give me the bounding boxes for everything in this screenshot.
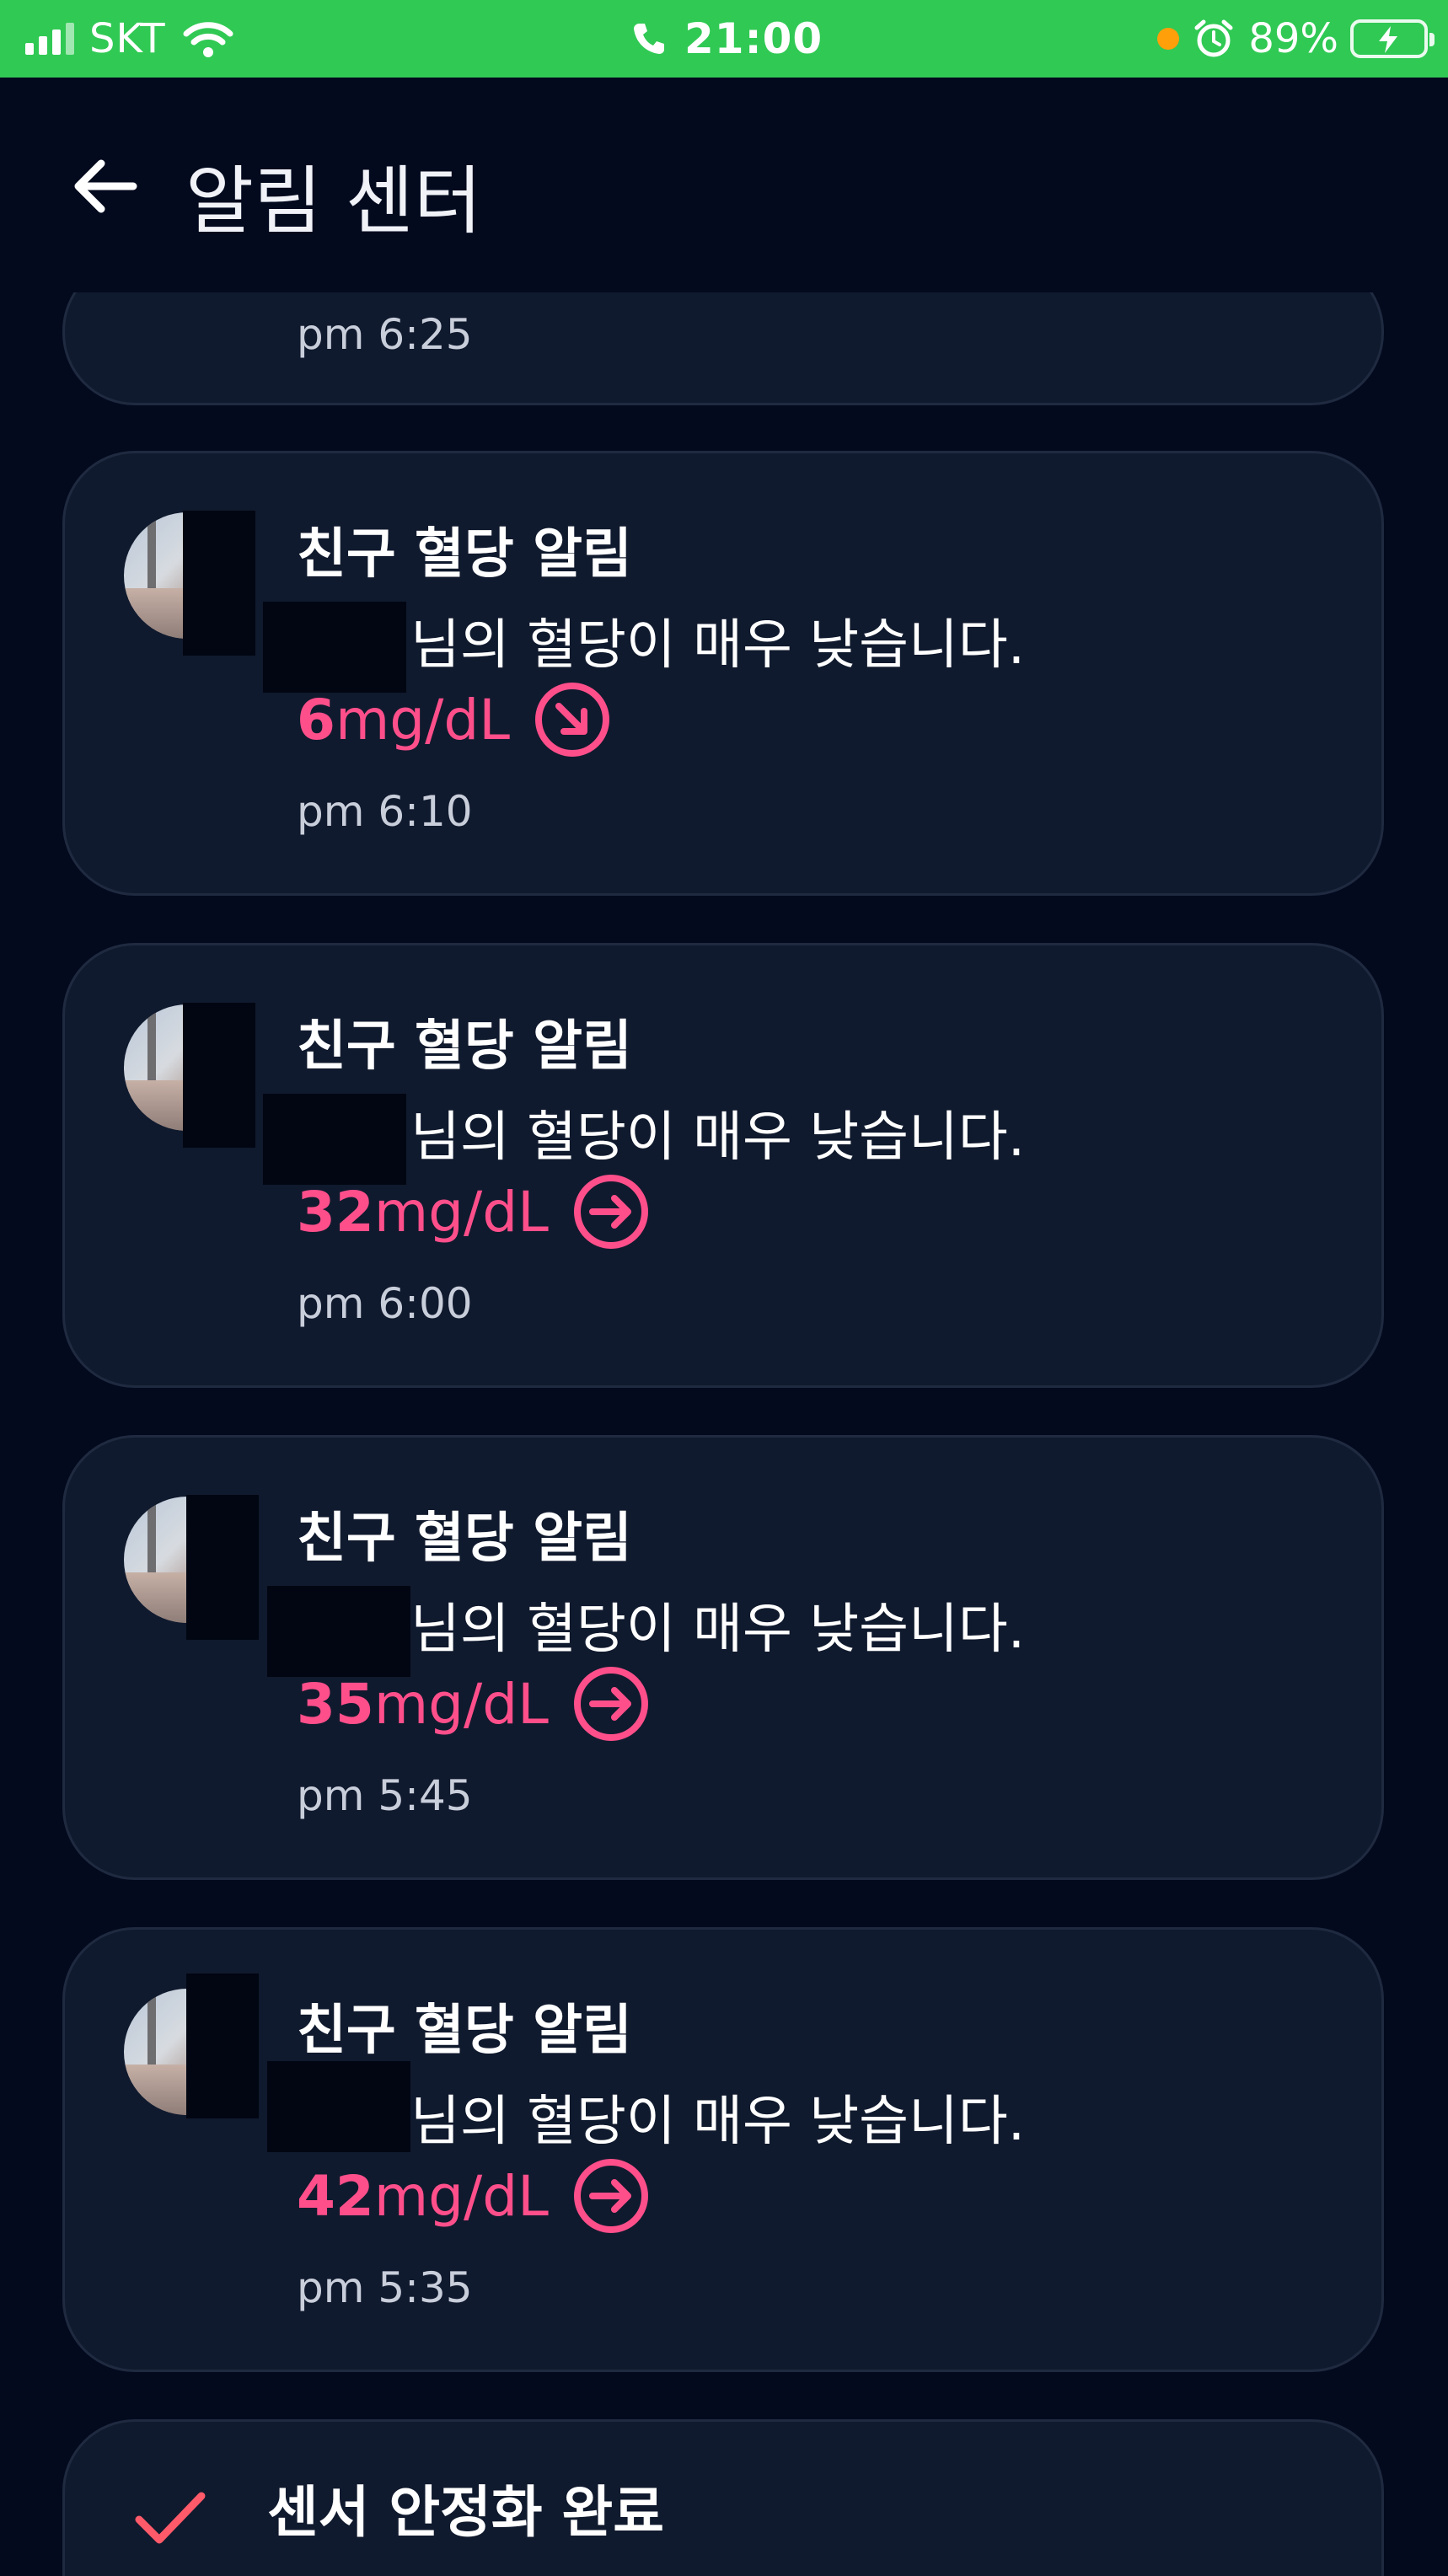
redacted-block [183, 1003, 255, 1148]
notification-time: pm 6:00 [297, 1279, 473, 1328]
notification-time: pm 5:45 [297, 1771, 473, 1820]
phone-icon [634, 24, 664, 54]
page-title: 알림 센터 [185, 158, 482, 244]
arrow-right-icon [573, 1175, 648, 1249]
glucose-reading: 35 mg/dL [297, 1665, 650, 1743]
notification-message: 님의 혈당이 매우 낮습니다. [410, 2091, 1026, 2153]
signal-icon [25, 23, 74, 55]
redacted-name [267, 1586, 410, 1677]
carrier-label: SKT [89, 15, 166, 62]
notification-card[interactable]: 친구 혈당 알림 님의 혈당이 매우 낮습니다. 6 mg/dL pm 6:10 [62, 451, 1384, 896]
app-header: 알림 센터 [0, 78, 1448, 292]
notification-title: 친구 혈당 알림 [297, 1015, 632, 1078]
redacted-block [186, 1974, 259, 2118]
notification-title: 친구 혈당 알림 [297, 523, 632, 586]
glucose-value: 42 [297, 2163, 374, 2229]
clock: 21:00 [684, 14, 823, 63]
notification-time: pm 6:25 [297, 310, 473, 359]
glucose-unit: mg/dL [335, 687, 511, 752]
battery-charging-icon [1350, 19, 1435, 58]
glucose-unit: mg/dL [373, 2163, 549, 2229]
status-left: SKT [25, 12, 233, 66]
notification-message: 님의 혈당이 매우 낮습니다. [410, 1599, 1026, 1661]
glucose-reading: 32 mg/dL [297, 1173, 650, 1251]
notification-title: 센서 안정화 완료 [267, 2480, 664, 2545]
notification-time: pm 5:35 [297, 2263, 473, 2312]
glucose-value: 35 [297, 1671, 374, 1737]
redacted-block [186, 1495, 259, 1640]
glucose-value: 6 [297, 687, 335, 752]
glucose-value: 32 [297, 1179, 374, 1245]
privacy-indicator-dot [1157, 28, 1180, 50]
glucose-unit: mg/dL [373, 1671, 549, 1737]
glucose-reading: 6 mg/dL [297, 681, 611, 758]
notification-card[interactable]: 친구 혈당 알림 님의 혈당이 매우 낮습니다. 42 mg/dL pm 5:35 [62, 1927, 1384, 2372]
status-center: 21:00 [630, 12, 823, 66]
arrow-right-icon [573, 2159, 648, 2233]
notification-message: 님의 혈당이 매우 낮습니다. [410, 1106, 1026, 1169]
redacted-name [263, 1094, 406, 1185]
arrow-left-icon[interactable] [67, 148, 143, 224]
arrow-right-icon [573, 1667, 648, 1741]
notification-time: pm 6:10 [297, 787, 473, 836]
glucose-unit: mg/dL [373, 1179, 549, 1245]
alarm-icon [1194, 19, 1233, 57]
notification-card[interactable]: 친구 혈당 알림 님의 혈당이 매우 낮습니다. 32 mg/dL pm 6:00 [62, 943, 1384, 1388]
arrow-down-right-icon [535, 683, 610, 757]
check-icon [135, 2492, 206, 2544]
notification-title: 친구 혈당 알림 [297, 1508, 632, 1570]
status-bar: SKT 21:00 89% [0, 0, 1448, 78]
status-right: 89% [1157, 12, 1435, 66]
redacted-name [263, 602, 406, 693]
redacted-block [183, 511, 255, 656]
wifi-icon [183, 22, 233, 57]
notification-card[interactable]: 센서 안정화 완료 [62, 2419, 1384, 2576]
redacted-name [267, 2061, 410, 2152]
notification-card[interactable]: pm 6:25 [62, 292, 1384, 405]
notification-list[interactable]: pm 6:25 친구 혈당 알림 님의 혈당이 매우 낮습니다. 6 mg/dL … [0, 292, 1448, 2576]
glucose-reading: 42 mg/dL [297, 2157, 650, 2235]
battery-percent: 89% [1248, 15, 1338, 62]
notification-card[interactable]: 친구 혈당 알림 님의 혈당이 매우 낮습니다. 35 mg/dL pm 5:45 [62, 1435, 1384, 1880]
notification-message: 님의 혈당이 매우 낮습니다. [410, 614, 1026, 677]
notification-title: 친구 혈당 알림 [297, 2000, 632, 2062]
